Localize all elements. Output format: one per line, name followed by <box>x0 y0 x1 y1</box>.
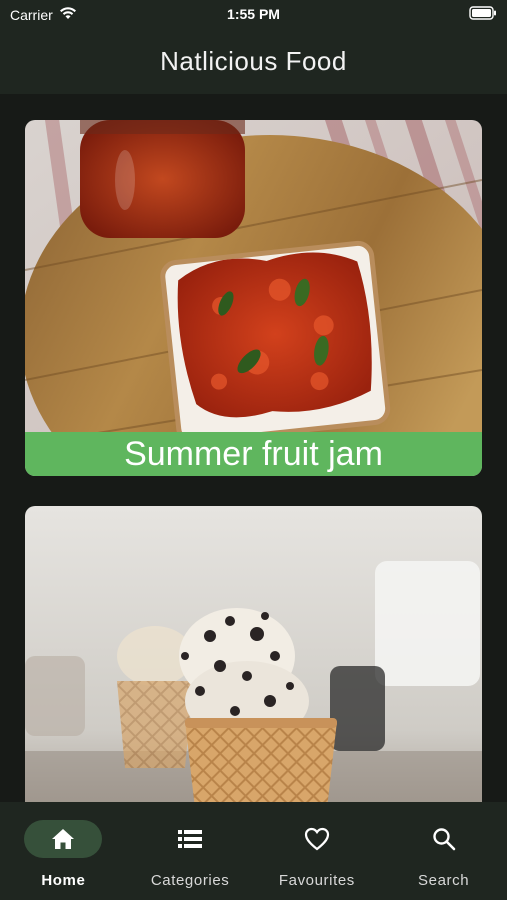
heart-icon <box>304 827 329 851</box>
recipe-title: Summer fruit jam <box>25 432 482 476</box>
nav-item-home[interactable]: Home <box>0 802 127 900</box>
recipe-image-ice-cream <box>25 506 482 802</box>
nav-indicator <box>24 820 103 858</box>
nav-item-categories[interactable]: Categories <box>127 802 254 900</box>
recipe-card[interactable]: Summer fruit jam <box>25 120 482 476</box>
recipe-card[interactable] <box>25 506 482 802</box>
app-bar: Natlicious Food <box>0 28 507 94</box>
nav-label-search: Search <box>418 872 470 889</box>
status-bar: Carrier 1:55 PM <box>0 0 507 28</box>
nav-label-home: Home <box>41 872 86 889</box>
battery-icon <box>469 6 497 23</box>
status-time: 1:55 PM <box>227 6 280 22</box>
app-title: Natlicious Food <box>160 45 347 76</box>
recipe-image-jam <box>25 120 482 476</box>
search-icon <box>432 828 455 851</box>
home-icon <box>52 829 75 849</box>
list-icon <box>178 830 203 848</box>
nav-item-favourites[interactable]: Favourites <box>254 802 381 900</box>
recipe-list[interactable]: Summer fruit jam <box>0 94 507 802</box>
nav-label-categories: Categories <box>150 872 230 889</box>
nav-item-search[interactable]: Search <box>380 802 507 900</box>
bottom-navigation: Home Categories Favourites Search <box>0 802 507 900</box>
nav-label-favourites: Favourites <box>278 872 355 889</box>
